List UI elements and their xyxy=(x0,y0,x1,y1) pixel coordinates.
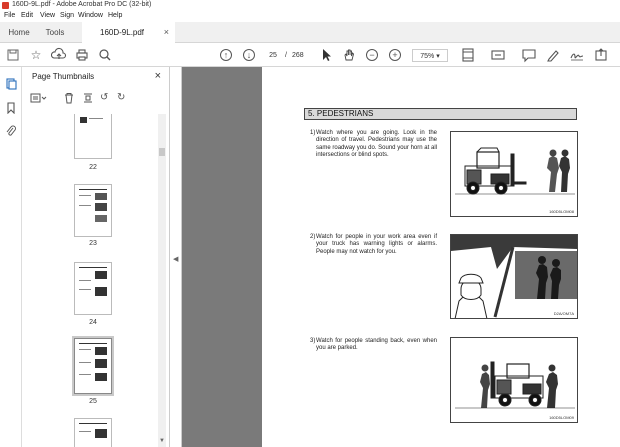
instruction-text: Watch for people standing back, even whe… xyxy=(316,338,437,352)
section-title: 5. PEDESTRIANS xyxy=(304,108,577,120)
rotate-ccw-icon[interactable]: ↺ xyxy=(100,92,108,103)
attachments-icon[interactable] xyxy=(5,125,17,137)
thumbnail-label: 22 xyxy=(89,164,97,171)
window-title: 160D-9L.pdf - Adobe Acrobat Pro DC (32-b… xyxy=(12,1,152,8)
menu-window[interactable]: Window xyxy=(78,12,103,19)
next-page-icon[interactable]: ↓ xyxy=(243,49,255,61)
instruction-number: 3) xyxy=(310,338,316,344)
page-separator: / xyxy=(285,52,287,59)
zoom-in-icon[interactable]: + xyxy=(389,49,401,61)
instruction-number: 2) xyxy=(310,234,316,240)
tab-document[interactable]: 160D-9L.pdf × xyxy=(82,22,175,43)
bookmarks-icon[interactable] xyxy=(5,102,17,115)
left-nav-rail xyxy=(0,67,22,447)
bookmark-star-icon[interactable]: ☆ xyxy=(28,47,44,63)
parked-forklift-illustration: 160D5LOM09 xyxy=(450,337,578,423)
instruction-1: 1) Watch where you are going. Look in th… xyxy=(310,130,437,170)
search-icon[interactable] xyxy=(97,47,113,63)
comment-icon[interactable] xyxy=(521,47,537,63)
panel-close-button[interactable]: × xyxy=(155,70,161,82)
hand-icon[interactable] xyxy=(341,47,357,63)
scroll-down-icon[interactable]: ▼ xyxy=(159,438,165,444)
image-code: 160D5LOM08 xyxy=(549,209,574,214)
collapse-arrow-icon[interactable]: ◀ xyxy=(173,255,178,263)
instruction-text: Watch where you are going. Look in the d… xyxy=(316,130,437,158)
document-viewer[interactable]: 5. PEDESTRIANS 1) Watch where you are go… xyxy=(182,67,620,447)
page-thumbnails-icon[interactable] xyxy=(5,78,17,90)
tab-document-label: 160D-9L.pdf xyxy=(100,28,145,37)
thumbnail-page[interactable] xyxy=(74,262,112,315)
rotate-cw-icon[interactable]: ↻ xyxy=(117,92,125,103)
fit-page-icon[interactable] xyxy=(460,47,476,63)
select-cursor-icon[interactable] xyxy=(318,47,334,63)
thumbnail-page-selected[interactable] xyxy=(74,338,112,394)
tab-home[interactable]: Home xyxy=(0,22,38,43)
tab-tools[interactable]: Tools xyxy=(38,22,72,43)
thumbnail-label: 25 xyxy=(89,398,97,405)
image-code: 160D5LOM09 xyxy=(549,415,574,420)
zoom-value: 75% xyxy=(420,53,435,60)
thumbnail-scrollbar[interactable]: ▼ xyxy=(158,114,166,447)
driver-view-illustration: D2A/OM7A xyxy=(450,234,578,319)
zoom-out-icon[interactable]: − xyxy=(366,49,378,61)
print-icon[interactable] xyxy=(74,47,90,63)
thumbnail-list: 22 23 24 25 xyxy=(22,114,162,447)
title-bar: 160D-9L.pdf - Adobe Acrobat Pro DC (32-b… xyxy=(0,0,620,11)
page-thumbnails-panel: Page Thumbnails × ↺ ↻ 22 23 24 25 ▼ xyxy=(22,67,170,447)
menu-edit[interactable]: Edit xyxy=(21,12,33,19)
panel-collapse-handle[interactable]: ◀ xyxy=(170,67,182,447)
prev-page-icon[interactable]: ↑ xyxy=(220,49,232,61)
thumbnail-label: 24 xyxy=(89,319,97,326)
panel-title: Page Thumbnails xyxy=(32,72,95,81)
document-page: 5. PEDESTRIANS 1) Watch where you are go… xyxy=(262,67,620,447)
instruction-number: 1) xyxy=(310,130,316,136)
zoom-dropdown[interactable]: 75% ▾ xyxy=(412,49,448,62)
thumbnail-label: 23 xyxy=(89,240,97,247)
menu-bar: File Edit View Sign Window Help xyxy=(0,11,620,22)
instruction-2: 2) Watch for people in your work area ev… xyxy=(310,234,437,264)
thumbnail-options-icon[interactable] xyxy=(30,92,48,107)
instruction-3: 3) Watch for people standing back, even … xyxy=(310,338,437,356)
menu-view[interactable]: View xyxy=(40,12,55,19)
menu-sign[interactable]: Sign xyxy=(60,12,74,19)
menu-file[interactable]: File xyxy=(4,12,15,19)
insert-page-icon[interactable] xyxy=(82,92,94,107)
tab-close-button[interactable]: × xyxy=(164,22,169,43)
upload-icon[interactable] xyxy=(50,47,67,63)
scrollbar-thumb[interactable] xyxy=(159,148,165,156)
share-icon[interactable] xyxy=(593,47,609,63)
main-toolbar: ☆ ↑ ↓ / 268 − + 75% ▾ xyxy=(0,43,620,67)
forklift-pedestrian-illustration: 160D5LOM08 xyxy=(450,131,578,217)
image-code: D2A/OM7A xyxy=(553,311,574,316)
page-total: 268 xyxy=(292,52,304,59)
page-number-input[interactable] xyxy=(264,49,282,62)
highlight-pen-icon[interactable] xyxy=(545,47,561,63)
thumbnail-page[interactable] xyxy=(74,184,112,237)
thumbnail-page[interactable] xyxy=(74,418,112,447)
thumbnail-page[interactable] xyxy=(74,114,112,159)
save-icon[interactable] xyxy=(5,47,21,63)
instruction-text: Watch for people in your work area even … xyxy=(316,234,437,255)
tab-bar: Home Tools 160D-9L.pdf × xyxy=(0,22,620,43)
delete-page-icon[interactable] xyxy=(63,92,75,107)
menu-help[interactable]: Help xyxy=(108,12,122,19)
view-options-icon[interactable] xyxy=(490,47,506,63)
sign-icon[interactable] xyxy=(569,47,585,63)
acrobat-app-icon xyxy=(2,2,9,9)
